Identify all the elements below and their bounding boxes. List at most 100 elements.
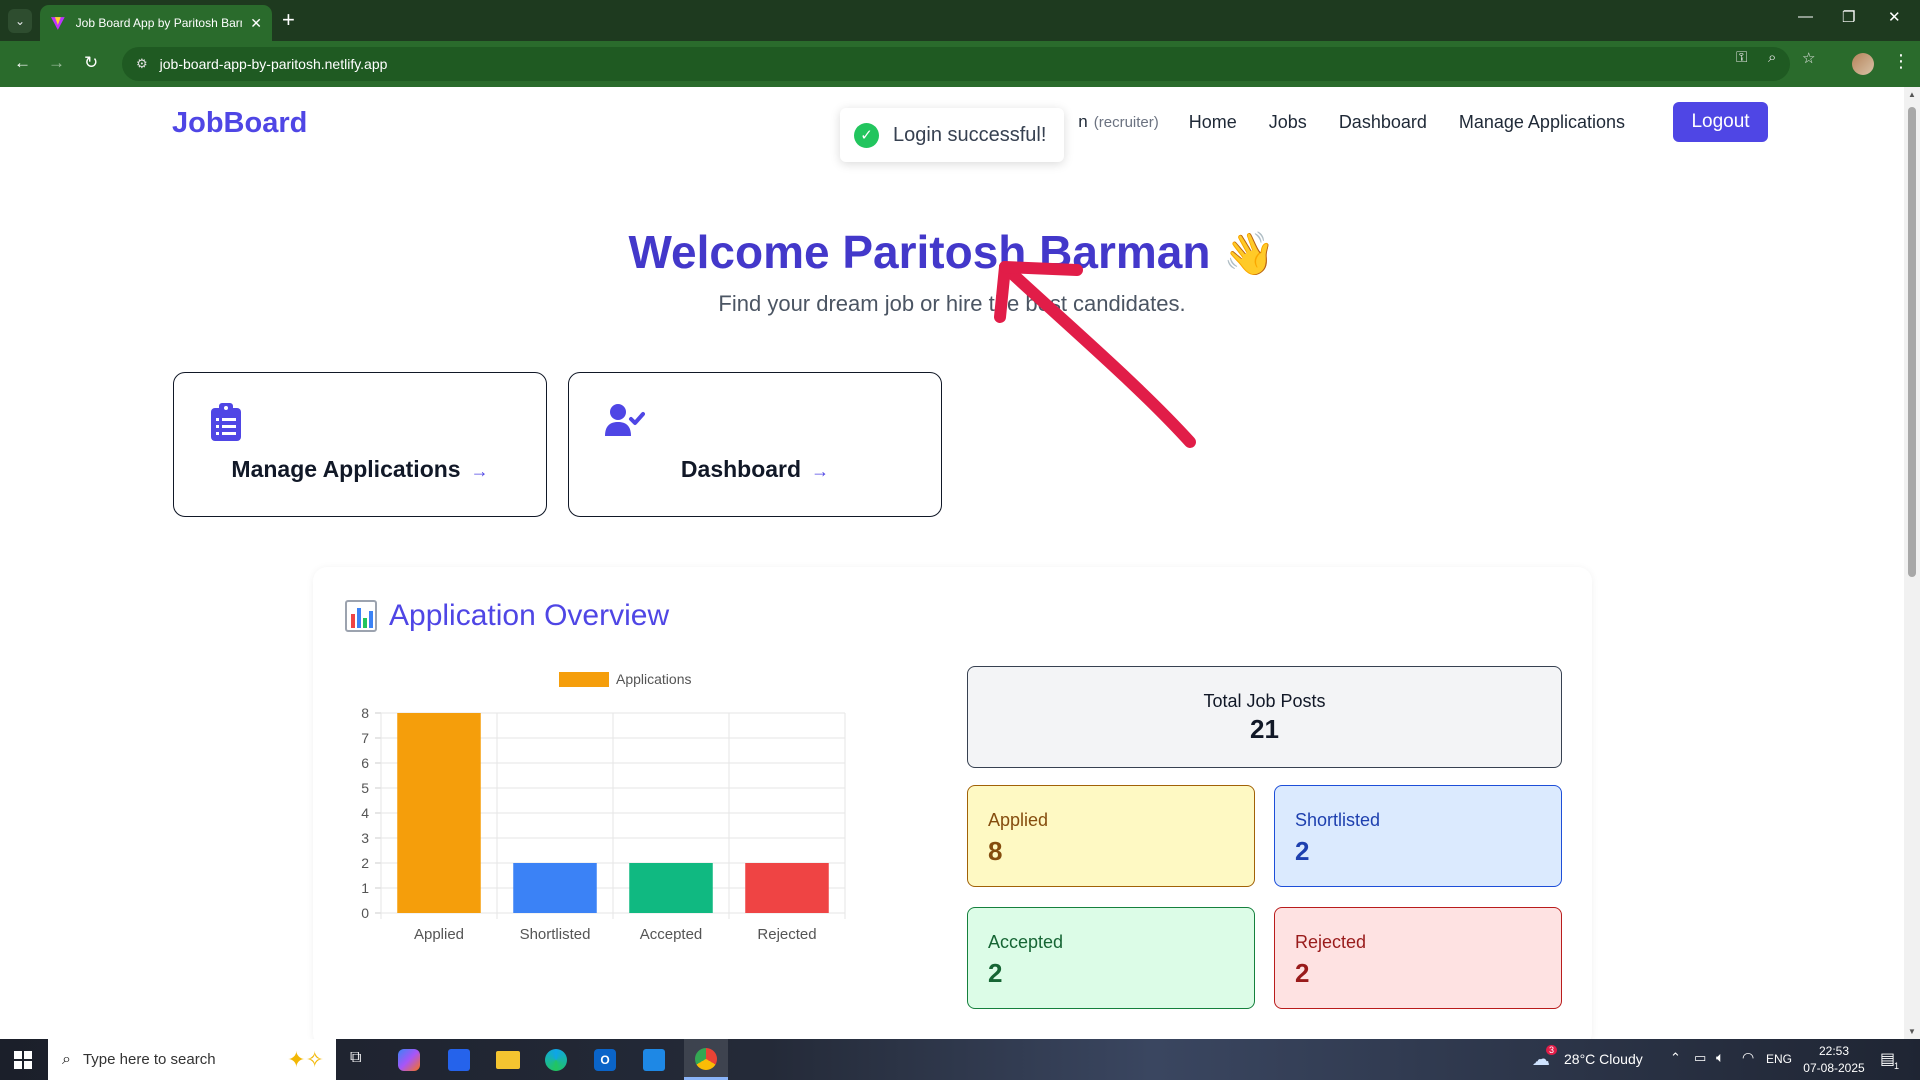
y-tick-label: 4	[361, 805, 369, 821]
bar-rejected	[745, 863, 829, 913]
taskbar-search[interactable]: ⌕ Type here to search ✦✧	[48, 1039, 336, 1080]
rejected-stat-card: Rejected 2	[1274, 907, 1562, 1009]
scroll-down-icon[interactable]: ▼	[1908, 1027, 1916, 1036]
reload-icon[interactable]: ↻	[84, 53, 98, 73]
copilot-icon[interactable]	[398, 1049, 420, 1071]
shortlisted-stat-card: Shortlisted 2	[1274, 785, 1562, 887]
notifications-icon[interactable]: ▤	[1880, 1049, 1895, 1069]
y-tick-label: 8	[361, 705, 369, 721]
search-placeholder: Type here to search	[82, 1051, 216, 1068]
profile-avatar[interactable]	[1852, 53, 1874, 75]
y-tick-label: 3	[361, 830, 369, 846]
y-tick-label: 1	[361, 880, 369, 896]
favicon-icon	[50, 17, 65, 30]
application-overview: Application Overview Applications 0 1 2 3 4 5 6…	[313, 567, 1592, 1039]
bar-chart-icon	[345, 600, 377, 632]
stat-value: 8	[988, 836, 1003, 866]
page-scrollbar[interactable]: ▲ ▼	[1904, 87, 1920, 1039]
weather-text[interactable]: 28°C Cloudy	[1564, 1051, 1643, 1067]
total-label: Total Job Posts	[1203, 691, 1326, 711]
restore-button[interactable]: ❐	[1842, 8, 1855, 26]
scroll-up-icon[interactable]: ▲	[1908, 90, 1916, 99]
top-nav: n (recruiter) Home Jobs Dashboard Manage…	[1078, 102, 1768, 142]
arrow-right-icon: →	[811, 461, 830, 481]
volume-icon[interactable]: 🔈︎	[1716, 1049, 1724, 1066]
scroll-thumb[interactable]	[1908, 107, 1916, 577]
store-icon[interactable]	[448, 1049, 470, 1071]
language-indicator[interactable]: ENG	[1766, 1052, 1792, 1066]
hero-subtitle: Find your dream job or hire the best can…	[718, 291, 1186, 316]
wifi-icon[interactable]: ◠	[1742, 1049, 1754, 1066]
file-explorer-icon[interactable]	[496, 1051, 520, 1069]
login-toast: ✓ Login successful!	[840, 108, 1064, 162]
site-info-icon[interactable]: ⚙	[136, 56, 148, 72]
clock-date[interactable]: 07-08-2025	[1800, 1061, 1868, 1075]
sparkle-icon: ✦✧	[287, 1047, 324, 1072]
bar-accepted	[629, 863, 713, 913]
task-view-icon[interactable]: ⧉	[350, 1049, 361, 1067]
browser-menu-icon[interactable]: ⋮	[1892, 51, 1910, 72]
password-key-icon[interactable]: ⚿	[1736, 49, 1747, 66]
overview-title: Application Overview	[345, 599, 669, 633]
stat-label: Accepted	[988, 932, 1064, 952]
annotation-arrow	[994, 261, 1196, 448]
y-tick-label: 2	[361, 855, 369, 871]
close-window-button[interactable]: ✕	[1888, 8, 1901, 26]
browser-tab[interactable]: Job Board App by Paritosh Barman ✕	[40, 5, 272, 41]
stat-label: Rejected	[1295, 932, 1367, 952]
card-label: Manage Applications →	[231, 456, 489, 482]
dashboard-card[interactable]: Dashboard →	[568, 372, 942, 517]
stat-value: 2	[1295, 958, 1310, 988]
x-tick-label: Rejected	[757, 926, 816, 943]
check-icon: ✓	[854, 122, 879, 148]
nav-manage-applications[interactable]: Manage Applications	[1459, 112, 1625, 133]
logout-button[interactable]: Logout	[1673, 102, 1768, 142]
battery-icon[interactable]: ▭	[1694, 1050, 1706, 1066]
nav-jobs[interactable]: Jobs	[1269, 112, 1307, 133]
brand-logo[interactable]: JobBoard	[172, 107, 307, 140]
weather-badge: 3	[1546, 1045, 1558, 1055]
legend-label: Applications	[616, 671, 692, 687]
accepted-stat-card: Accepted 2	[967, 907, 1255, 1009]
toast-message: Login successful!	[893, 123, 1047, 146]
welcome-heading: Welcome Paritosh Barman 👋	[0, 225, 1904, 279]
chrome-taskbar-button[interactable]	[684, 1039, 728, 1080]
bookmark-star-icon[interactable]: ☆	[1802, 49, 1815, 67]
nav-dashboard[interactable]: Dashboard	[1339, 112, 1427, 133]
manage-applications-card[interactable]: Manage Applications →	[173, 372, 547, 517]
bar-shortlisted	[513, 863, 597, 913]
stat-label: Applied	[988, 810, 1049, 830]
zoom-icon[interactable]: ⌕	[1768, 49, 1776, 66]
vscode-icon[interactable]	[643, 1049, 665, 1071]
address-bar: ← → ↻ ⚙ job-board-app-by-paritosh.netlif…	[0, 41, 1920, 87]
stat-value: 2	[1295, 836, 1310, 866]
waving-hand-icon: 👋	[1223, 230, 1276, 277]
card-label: Dashboard →	[680, 456, 830, 482]
chevron-up-icon[interactable]: ⌃	[1670, 1050, 1681, 1066]
stat-label: Shortlisted	[1295, 810, 1381, 830]
y-tick-label: 6	[361, 755, 369, 771]
clipboard-list-icon	[211, 403, 241, 441]
forward-icon[interactable]: →	[48, 53, 65, 73]
minimize-button[interactable]: —	[1798, 8, 1813, 25]
user-check-icon	[605, 404, 645, 436]
tab-title: Job Board App by Paritosh Barman	[75, 16, 243, 30]
search-icon: ⌕	[62, 1050, 71, 1068]
applications-bar-chart: Applications 0 1 2 3 4 5 6 7 8 Applied Shortlisted A…	[361, 671, 846, 943]
tab-close-icon[interactable]: ✕	[250, 15, 262, 32]
legend-swatch	[559, 672, 609, 687]
edge-icon[interactable]	[545, 1049, 567, 1071]
omnibox[interactable]: ⚙ job-board-app-by-paritosh.netlify.app	[122, 47, 1790, 81]
y-tick-label: 0	[361, 905, 369, 921]
clock-time[interactable]: 22:53	[1804, 1044, 1864, 1058]
windows-start-icon[interactable]	[14, 1051, 32, 1069]
new-tab-button[interactable]: +	[282, 7, 295, 33]
x-tick-label: Applied	[414, 926, 464, 943]
back-icon[interactable]: ←	[14, 53, 31, 73]
tab-search-button[interactable]: ⌄	[8, 9, 32, 33]
total-job-posts-card: Total Job Posts 21	[967, 666, 1562, 768]
applied-stat-card: Applied 8	[967, 785, 1255, 887]
outlook-icon[interactable]: O	[594, 1049, 616, 1071]
nav-username: n	[1078, 112, 1088, 131]
nav-home[interactable]: Home	[1189, 112, 1237, 133]
